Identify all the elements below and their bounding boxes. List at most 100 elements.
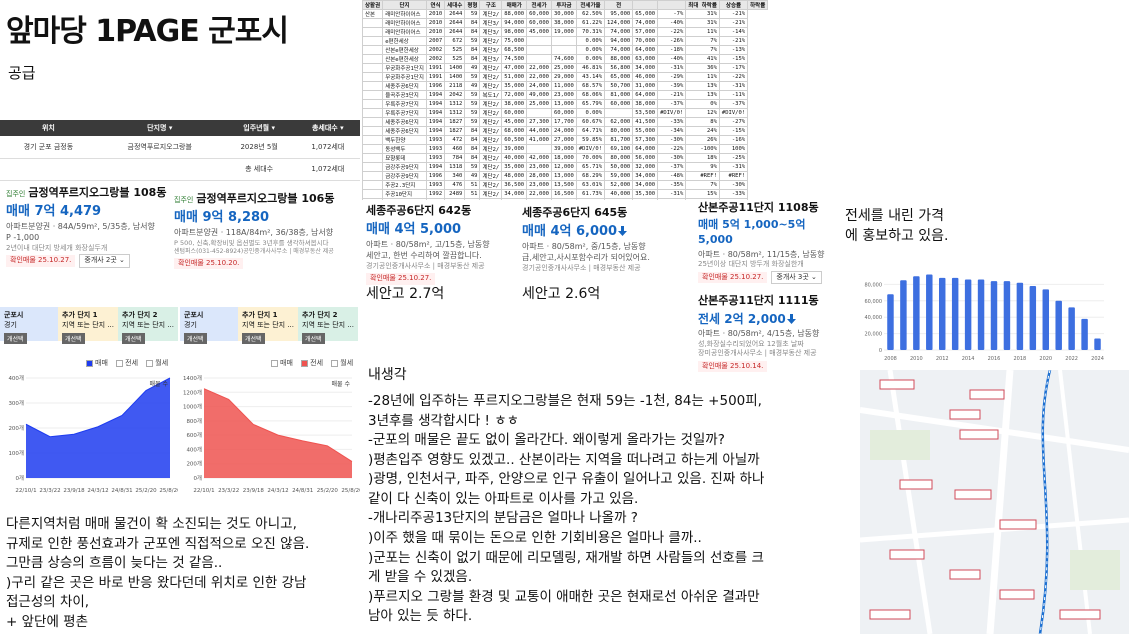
column-header[interactable]	[657, 0, 687, 10]
table-cell	[362, 45, 384, 55]
listing-card[interactable]: 산본주공11단지 1108동 매매 5억 1,000~5억 5,000 아파트 …	[698, 201, 842, 285]
table-cell: 12,000	[550, 162, 577, 172]
column-header[interactable]: 세대수	[444, 0, 466, 10]
column-header[interactable]: 하락률	[747, 0, 769, 10]
supply-header[interactable]: 총세대수 ▾	[295, 120, 360, 136]
table-row: 경기 군포 금정동 금정역푸르지오그랑블 2028년 5월 1,072세대	[0, 136, 360, 159]
region-box[interactable]: 추가 단지 2 지역 또는 단지 ... 개선택	[298, 307, 358, 344]
table-cell: 45,000	[501, 117, 528, 127]
table-cell: 38,000	[550, 18, 577, 28]
table-cell: 24,000	[526, 81, 552, 91]
column-header[interactable]: 구조	[479, 0, 503, 10]
column-header[interactable]: 전	[604, 0, 634, 10]
listing-detail: 아파트 · 80/58m², 중/15층, 남동향	[522, 242, 646, 252]
table-row: 세종주공6단지 1996 2118 49 계단2/35,000 24,000 11,000 6…	[362, 81, 768, 91]
bar	[900, 280, 907, 350]
column-header[interactable]	[632, 0, 659, 10]
legend-swatch-wolse[interactable]	[146, 359, 154, 367]
column-header[interactable]: 평형	[464, 0, 481, 10]
agent-dropdown[interactable]: 중개사 2곳 ⌄	[79, 254, 130, 268]
listing-name: 금정역푸르지오그랑블 106동	[196, 192, 335, 205]
table-cell: 계단2/	[479, 36, 503, 46]
table-cell: 35,000	[501, 162, 528, 172]
area-map[interactable]	[860, 370, 1129, 634]
select-button[interactable]: 개선택	[122, 333, 145, 344]
table-cell: 51	[464, 189, 481, 199]
table-cell: 8%	[685, 117, 720, 127]
column-header[interactable]: 전세가	[526, 0, 552, 10]
listing-tags: 2년이내 대단지 방세개 화장실두개	[6, 243, 108, 252]
table-cell: -7%	[657, 9, 687, 19]
select-button[interactable]: 개선택	[184, 333, 207, 344]
legend-swatch-jeonse[interactable]	[301, 359, 309, 367]
listing-card[interactable]: 세종주공6단지 642동 매매 4억 5,000 아파트 · 80/58m², …	[366, 204, 518, 304]
listing-office: 경기공인중개사사무소 | 매경부동산 제공	[366, 261, 485, 270]
region-sub: 경기	[184, 321, 197, 329]
select-button[interactable]: 개선택	[4, 333, 27, 344]
supply-header[interactable]: 단지명 ▾	[96, 120, 223, 136]
column-header[interactable]: 매매가	[501, 0, 528, 10]
agent-dropdown[interactable]: 중개사 3곳 ⌄	[771, 270, 822, 285]
table-cell: -38%	[718, 198, 749, 200]
legend-swatch-sale[interactable]	[271, 359, 278, 367]
column-header[interactable]: 전세가율	[575, 0, 606, 10]
table-cell: 계단3/	[479, 27, 503, 37]
table-cell: -22%	[657, 144, 687, 154]
column-header[interactable]: 상승률	[718, 0, 749, 10]
table-cell: 35,300	[632, 189, 659, 199]
table-cell: 13,500	[550, 180, 577, 190]
map-canvas[interactable]	[860, 370, 1129, 634]
essay-line: 접근성의 차이,	[6, 594, 90, 611]
table-row: 총 세대수 1,072세대	[0, 158, 360, 181]
select-button[interactable]: 개선택	[242, 333, 265, 344]
table-cell: #DIV/0!	[657, 108, 687, 118]
region-box[interactable]: 군포시 경기 개선택	[0, 307, 58, 344]
supply-header[interactable]: 입주년월 ▾	[222, 120, 296, 136]
sale-listing-chart: 0개100개200개300개400개22/10/1 23/3/22 23/9/18 2…	[8, 374, 178, 494]
region-box[interactable]: 군포시경기개선택	[180, 307, 238, 344]
listing-detail: 아파트 · 80/58m², 고/15층, 남동향	[366, 240, 490, 250]
listing-card[interactable]: 집주인 금정역푸르지오그랑블 106동 매매 9억 8,280 아파트분양권 · …	[174, 192, 360, 270]
legend-swatch-sale[interactable]	[86, 359, 93, 367]
table-cell: 672	[444, 36, 466, 46]
table-cell: 2042	[444, 90, 466, 100]
table-cell: -100%	[685, 144, 720, 154]
listing-card[interactable]: 세종주공6단지 645동 매매 4억 6,000 아파트 · 80/58m², …	[522, 206, 692, 304]
column-header[interactable]: 연식	[425, 0, 446, 10]
table-cell: 무궁화주공1단지	[382, 72, 427, 82]
region-box[interactable]: 추가 단지 2 지역 또는 단지 ... 개선택	[118, 307, 178, 344]
table-cell: 우륵주공7단지	[382, 108, 427, 118]
y-tick-label: 60,000	[865, 299, 883, 305]
legend-swatch-wolse[interactable]	[331, 359, 339, 367]
listing-card[interactable]: 산본주공11단지 1111동 전세 2억 2,000 아파트 · 80/58m²…	[698, 294, 842, 373]
table-cell: 7%	[685, 180, 720, 190]
table-cell: 2010	[425, 27, 446, 37]
column-header[interactable]: 상활권	[362, 0, 384, 10]
table-cell: 0%	[685, 99, 720, 109]
table-cell: 0.00%	[575, 54, 606, 64]
listing-office: 장미공인중개사사무소 | 매경부동산 제공	[698, 349, 817, 358]
table-row: 주공10단지 1992 2489 51 계단2/34,000 22,000 16,500 61…	[362, 189, 768, 199]
table-cell: -33%	[657, 117, 687, 127]
listing-detail: 아파트 · 80/58m², 4/15층, 남동향	[698, 329, 820, 339]
table-cell: 63.01%	[575, 180, 606, 190]
table-row: 무궁화주공1단지 1991 1400 49 계단2/47,000 22,000 25,000…	[362, 63, 768, 73]
table-cell: 41,000	[526, 135, 552, 145]
column-header[interactable]: 단지	[382, 0, 427, 10]
supply-header[interactable]: 위치	[0, 120, 97, 136]
select-button[interactable]: 개선택	[62, 333, 85, 344]
table-cell: 50,000	[604, 162, 634, 172]
legend-swatch-jeonse[interactable]	[116, 359, 124, 367]
region-box[interactable]: 추가 단지 1 지역 또는 단지 ... 개선택	[58, 307, 118, 344]
column-header[interactable]: 최대 하락률	[685, 0, 720, 10]
table-cell: 계단2/	[479, 108, 503, 118]
region-box[interactable]: 추가 단지 1 지역 또는 단지 ... 개선택	[238, 307, 298, 344]
table-cell: 74,000	[604, 27, 634, 37]
table-cell: 32,000	[632, 162, 659, 172]
listing-card[interactable]: 집주인 금정역푸르지오그랑블 108동 매매 7억 4,479 아파트분양권 · …	[6, 186, 172, 268]
column-header[interactable]: 투자금	[550, 0, 577, 10]
region-title: 군포시	[184, 311, 204, 319]
legend-label: 매매	[95, 359, 108, 367]
select-button[interactable]: 개선택	[302, 333, 325, 344]
table-cell: 0.00%	[575, 45, 606, 55]
